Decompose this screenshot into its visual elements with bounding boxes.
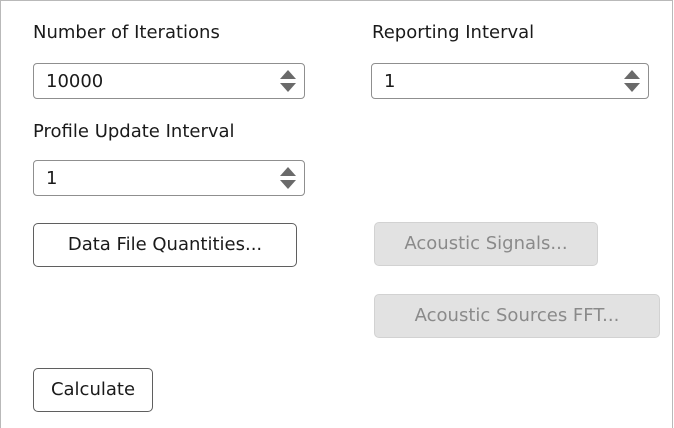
calculate-button[interactable]: Calculate: [33, 368, 153, 412]
spinner-down-icon[interactable]: [624, 83, 640, 92]
iterations-label: Number of Iterations: [33, 22, 220, 43]
data-file-quantities-button[interactable]: Data File Quantities...: [33, 223, 297, 267]
spinner-up-icon[interactable]: [624, 70, 640, 79]
spinner-up-icon[interactable]: [280, 70, 296, 79]
reporting-interval-value[interactable]: 1: [384, 71, 395, 93]
profile-update-interval-stepper[interactable]: [279, 166, 297, 190]
profile-update-interval-spinner[interactable]: 1: [33, 160, 305, 196]
run-calculation-panel: Number of Iterations 10000 Reporting Int…: [0, 0, 673, 428]
reporting-interval-spinner[interactable]: 1: [371, 63, 649, 99]
spinner-down-icon[interactable]: [280, 180, 296, 189]
reporting-interval-label: Reporting Interval: [372, 22, 535, 43]
iterations-spinner[interactable]: 10000: [33, 63, 305, 99]
spinner-down-icon[interactable]: [280, 83, 296, 92]
profile-update-interval-label: Profile Update Interval: [33, 121, 235, 142]
iterations-value[interactable]: 10000: [46, 71, 103, 93]
acoustic-signals-button[interactable]: Acoustic Signals...: [374, 222, 598, 266]
iterations-stepper[interactable]: [279, 69, 297, 93]
spinner-up-icon[interactable]: [280, 167, 296, 176]
profile-update-interval-value[interactable]: 1: [46, 168, 57, 190]
acoustic-sources-fft-button[interactable]: Acoustic Sources FFT...: [374, 294, 660, 338]
reporting-interval-stepper[interactable]: [623, 69, 641, 93]
